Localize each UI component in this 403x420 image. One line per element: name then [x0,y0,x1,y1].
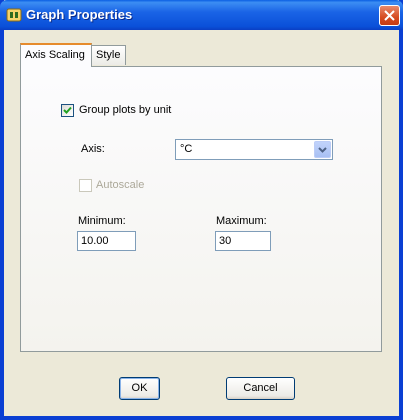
maximum-label: Maximum: [216,215,267,227]
axis-label: Axis: [81,143,105,155]
group-plots-checkbox[interactable] [61,104,74,117]
axis-selected-value: °C [180,143,193,155]
chevron-down-icon [318,147,327,153]
app-icon [6,7,22,23]
axis-dropdown-button[interactable] [314,141,331,158]
axis-select[interactable]: °C [175,139,333,160]
window-title: Graph Properties [26,7,133,22]
autoscale-checkbox[interactable] [79,179,92,192]
group-plots-label: Group plots by unit [79,104,172,116]
tab-style[interactable]: Style [91,45,126,65]
maximum-input[interactable] [215,231,271,251]
close-button[interactable] [379,5,400,26]
title-bar[interactable]: Graph Properties [0,0,403,30]
graph-properties-dialog: Graph Properties Axis Scaling Style Grou… [0,0,403,420]
autoscale-label: Autoscale [96,179,145,191]
cancel-button[interactable]: Cancel [226,377,295,400]
axis-scaling-panel: Group plots by unit Axis: °C Autoscale M… [20,66,382,352]
checkmark-icon [63,106,72,114]
minimum-input[interactable] [77,231,136,251]
tab-axis-scaling[interactable]: Axis Scaling [20,43,92,67]
close-icon [384,10,395,21]
minimum-label: Minimum: [78,215,126,227]
ok-button[interactable]: OK [119,377,160,400]
